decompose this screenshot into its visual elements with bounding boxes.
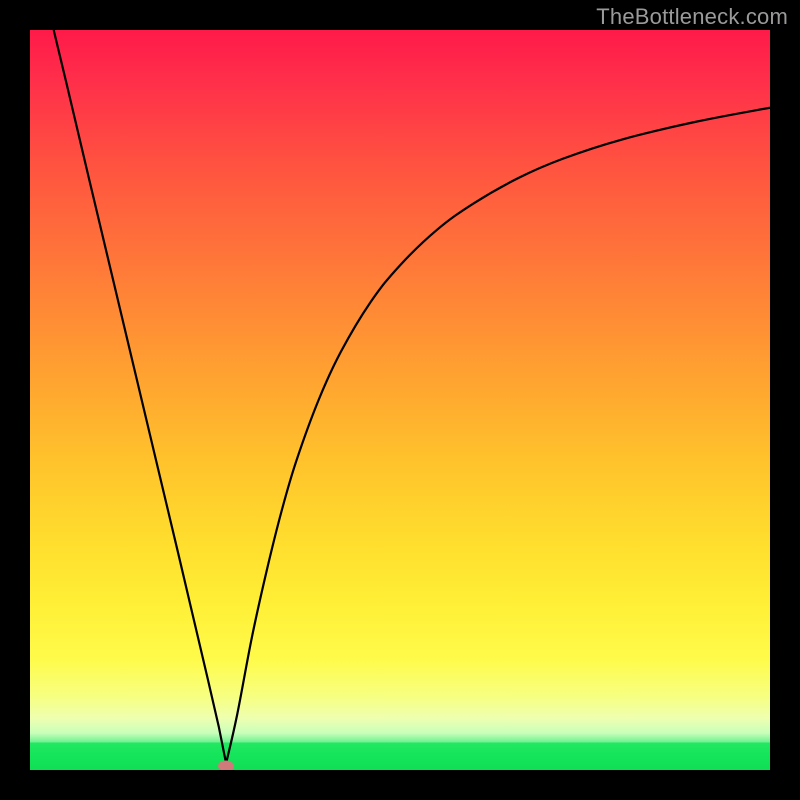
chart-frame: TheBottleneck.com	[0, 0, 800, 800]
bottleneck-curve	[54, 30, 770, 763]
watermark-text: TheBottleneck.com	[596, 4, 788, 30]
curve-layer	[30, 30, 770, 770]
plot-area	[30, 30, 770, 770]
minimum-marker	[218, 760, 234, 770]
